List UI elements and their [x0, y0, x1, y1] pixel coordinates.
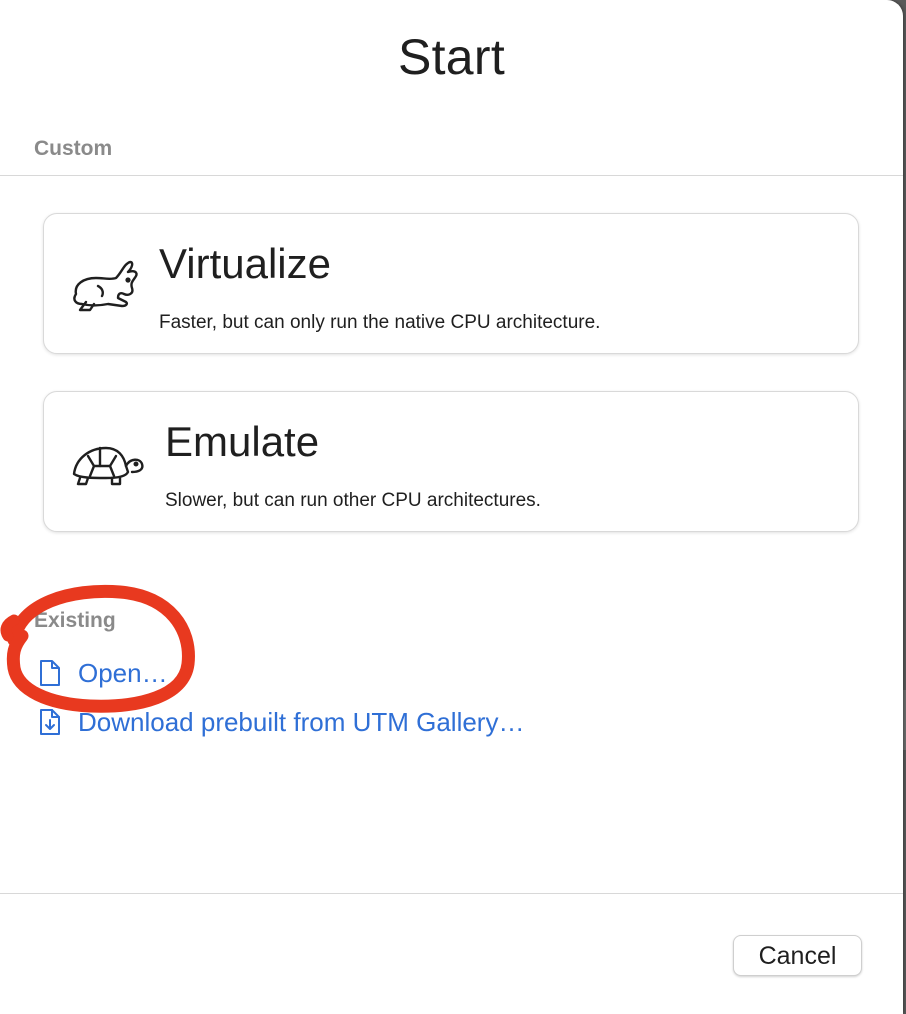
virtualize-title: Virtualize	[159, 240, 331, 287]
tortoise-icon	[68, 440, 144, 493]
open-link[interactable]: Open…	[36, 655, 168, 691]
section-header-existing: Existing	[34, 609, 116, 632]
cancel-button[interactable]: Cancel	[733, 935, 862, 976]
virtualize-option-card[interactable]: Virtualize Faster, but can only run the …	[43, 213, 859, 354]
hare-icon	[68, 258, 140, 319]
start-dialog: Start Custom Virtualize Faster, but can …	[0, 0, 903, 1014]
section-header-custom: Custom	[34, 137, 113, 160]
divider	[0, 175, 903, 176]
virtualize-description: Faster, but can only run the native CPU …	[159, 312, 601, 333]
download-gallery-link-label: Download prebuilt from UTM Gallery…	[78, 706, 525, 737]
download-gallery-link[interactable]: Download prebuilt from UTM Gallery…	[36, 704, 524, 740]
emulate-title: Emulate	[165, 418, 320, 465]
document-download-icon	[36, 706, 64, 738]
emulate-option-card[interactable]: Emulate Slower, but can run other CPU ar…	[43, 391, 859, 532]
divider	[0, 893, 903, 894]
open-link-label: Open…	[78, 657, 168, 688]
document-icon	[36, 657, 64, 689]
dialog-title: Start	[397, 29, 506, 85]
emulate-description: Slower, but can run other CPU architectu…	[165, 490, 541, 511]
